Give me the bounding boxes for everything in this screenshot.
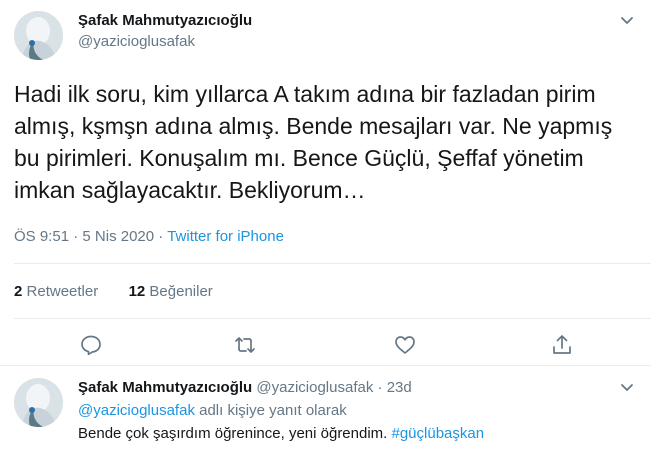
avatar[interactable] xyxy=(14,378,63,427)
tweet-stats: 2 Retweetler 12 Beğeniler xyxy=(14,283,213,300)
divider xyxy=(14,263,651,264)
reply-body: Bende çok şaşırdım öğrenince, yeni öğren… xyxy=(78,425,392,442)
hashtag-link[interactable]: #güçlübaşkan xyxy=(392,425,485,442)
likes-stat[interactable]: 12 Beğeniler xyxy=(129,283,213,300)
author-handle[interactable]: @yazicioglusafak xyxy=(78,33,195,50)
replying-to: @yazicioglusafak adlı kişiye yanıt olara… xyxy=(78,402,347,419)
meta-separator: · xyxy=(158,228,164,245)
reply-header: Şafak Mahmutyazıcıoğlu @yazicioglusafak … xyxy=(78,379,412,396)
retweet-icon[interactable] xyxy=(233,333,257,357)
reply-to-mention[interactable]: @yazicioglusafak xyxy=(78,402,195,419)
reply-icon[interactable] xyxy=(79,333,103,357)
meta-separator: · xyxy=(73,228,79,245)
tweet-meta: ÖS 9:51 · 5 Nis 2020 · Twitter for iPhon… xyxy=(14,228,284,245)
avatar[interactable] xyxy=(14,11,63,60)
chevron-down-icon[interactable] xyxy=(617,377,637,397)
tweet-date[interactable]: 5 Nis 2020 xyxy=(82,228,154,245)
reply-separator: · xyxy=(377,379,383,396)
share-icon[interactable] xyxy=(550,333,574,357)
reply-author-handle[interactable]: @yazicioglusafak xyxy=(256,379,373,396)
reply-text: Bende çok şaşırdım öğrenince, yeni öğren… xyxy=(78,425,484,442)
tweet-text: Hadi ilk soru, kim yıllarca A takım adın… xyxy=(14,81,613,203)
retweets-stat[interactable]: 2 Retweetler xyxy=(14,283,98,300)
tweet-time[interactable]: ÖS 9:51 xyxy=(14,228,69,245)
reply-time[interactable]: 23d xyxy=(387,379,412,396)
reply-tweet[interactable]: Şafak Mahmutyazıcıoğlu @yazicioglusafak … xyxy=(0,367,651,459)
like-icon[interactable] xyxy=(393,333,417,357)
main-tweet: Şafak Mahmutyazıcıoğlu @yazicioglusafak … xyxy=(0,0,651,366)
reply-author-name[interactable]: Şafak Mahmutyazıcıoğlu xyxy=(78,379,252,396)
divider xyxy=(14,318,651,319)
author-name[interactable]: Şafak Mahmutyazıcıoğlu xyxy=(78,12,252,29)
reply-to-label: adlı kişiye yanıt olarak xyxy=(194,402,347,419)
tweet-source-link[interactable]: Twitter for iPhone xyxy=(167,228,284,245)
chevron-down-icon[interactable] xyxy=(617,10,637,30)
